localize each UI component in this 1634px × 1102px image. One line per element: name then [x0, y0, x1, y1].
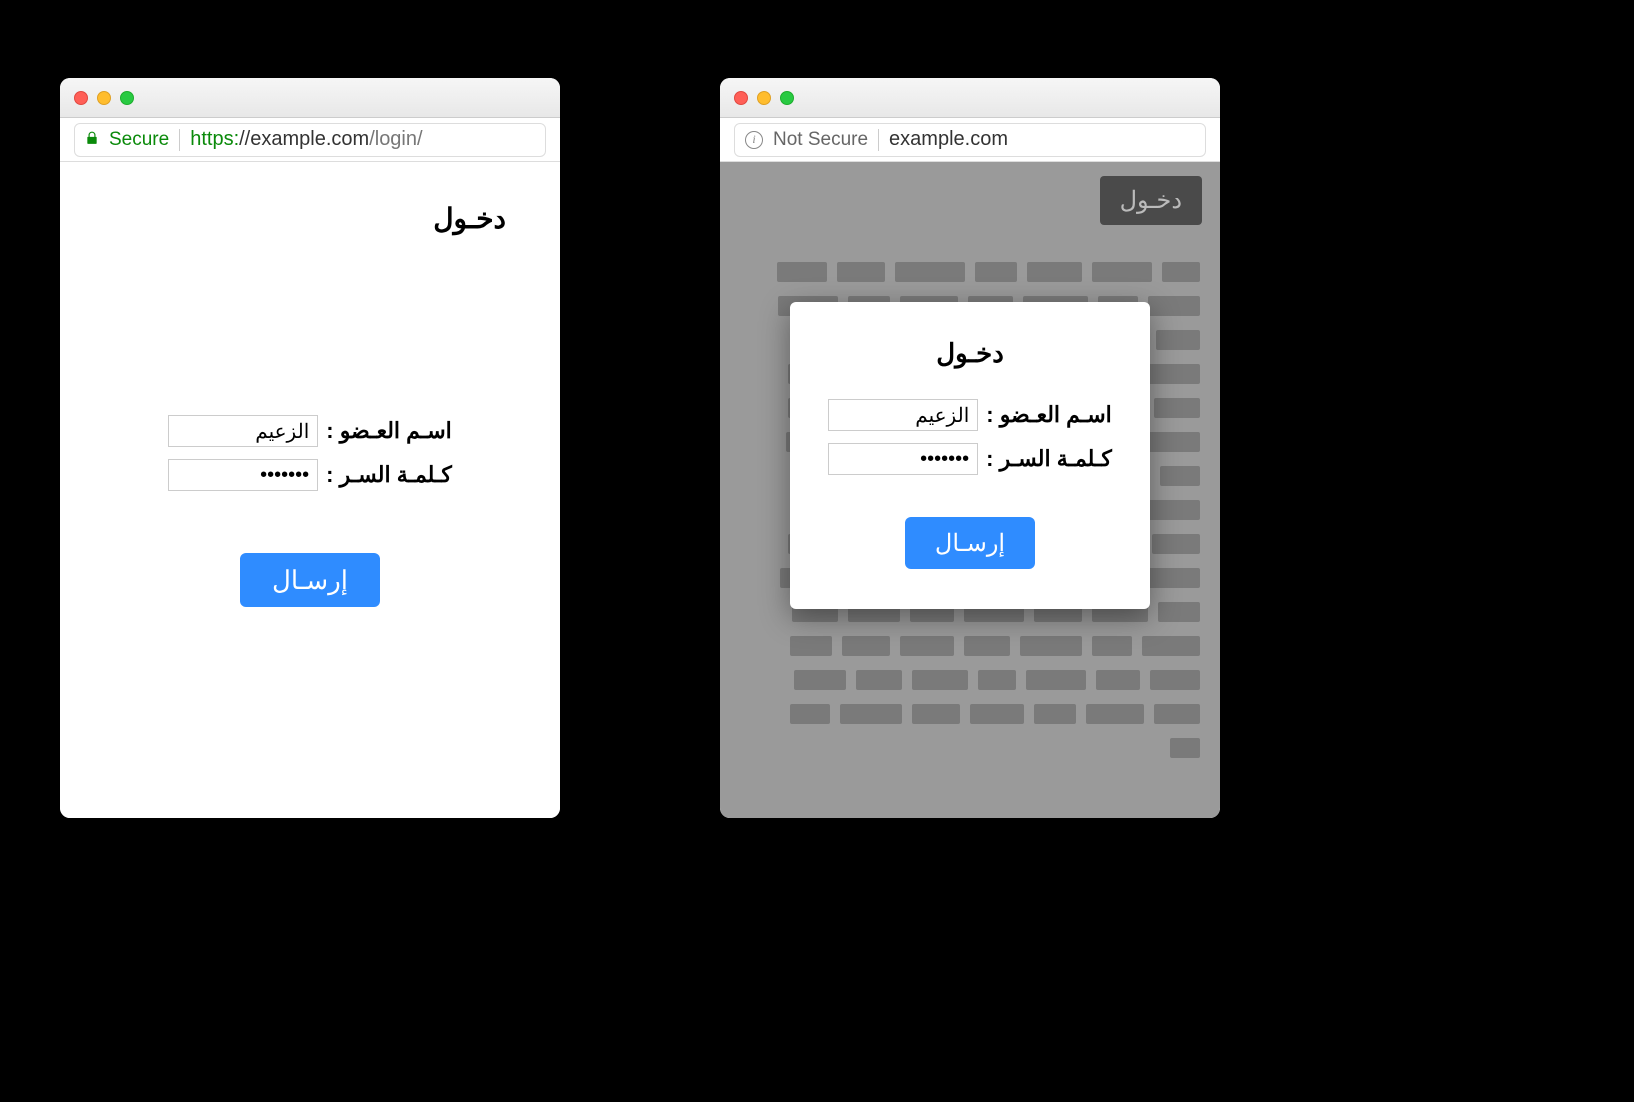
addressbar: Secure https://example.com/login/ [60, 118, 560, 162]
background-page: دخـول دخـول [720, 162, 1220, 818]
login-button[interactable]: دخـول [1100, 176, 1202, 225]
password-row: كـلمـة السـر : [168, 459, 452, 491]
url-host: //example.com [239, 128, 369, 150]
login-popup: دخـول اسـم العـضو : كـلمـة السـر : إرسـا… [790, 302, 1150, 609]
browser-window-notsecure: i Not Secure example.com دخـول [720, 78, 1220, 818]
titlebar [60, 78, 560, 118]
minimize-icon[interactable] [757, 91, 771, 105]
info-icon: i [745, 131, 763, 149]
addressbar-input[interactable]: Secure https://example.com/login/ [74, 123, 546, 157]
username-row: اسـم العـضو : [828, 399, 1112, 431]
page-title: دخـول [84, 202, 506, 235]
secure-label: Secure [109, 129, 169, 151]
password-input[interactable] [828, 443, 978, 475]
username-label: اسـم العـضو : [986, 402, 1112, 428]
password-label: كـلمـة السـر : [986, 446, 1112, 472]
notsecure-label: Not Secure [773, 129, 868, 151]
popup-title: دخـول [818, 338, 1122, 369]
addressbar-input[interactable]: i Not Secure example.com [734, 123, 1206, 157]
popup-form: اسـم العـضو : كـلمـة السـر : إرسـال [818, 399, 1122, 569]
password-input[interactable] [168, 459, 318, 491]
page-content: دخـول دخـول [720, 162, 1220, 818]
url-scheme: https: [190, 128, 239, 150]
username-row: اسـم العـضو : [168, 415, 452, 447]
login-form: اسـم العـضو : كـلمـة السـر : إرسـال [84, 415, 536, 607]
close-icon[interactable] [74, 91, 88, 105]
divider [179, 129, 180, 151]
page-content: دخـول اسـم العـضو : كـلمـة السـر : إرسـا… [60, 162, 560, 818]
url: https://example.com/login/ [190, 128, 422, 151]
login-page: دخـول اسـم العـضو : كـلمـة السـر : إرسـا… [60, 162, 560, 818]
close-icon[interactable] [734, 91, 748, 105]
url-path: /login/ [369, 128, 422, 150]
submit-button[interactable]: إرسـال [905, 517, 1035, 569]
lock-icon [85, 128, 99, 151]
titlebar [720, 78, 1220, 118]
maximize-icon[interactable] [120, 91, 134, 105]
password-row: كـلمـة السـر : [828, 443, 1112, 475]
minimize-icon[interactable] [97, 91, 111, 105]
maximize-icon[interactable] [780, 91, 794, 105]
username-input[interactable] [168, 415, 318, 447]
browser-window-secure: Secure https://example.com/login/ دخـول … [60, 78, 560, 818]
username-input[interactable] [828, 399, 978, 431]
divider [878, 129, 879, 151]
url-host: example.com [889, 128, 1008, 151]
username-label: اسـم العـضو : [326, 418, 452, 444]
password-label: كـلمـة السـر : [326, 462, 452, 488]
submit-button[interactable]: إرسـال [240, 553, 380, 607]
addressbar: i Not Secure example.com [720, 118, 1220, 162]
